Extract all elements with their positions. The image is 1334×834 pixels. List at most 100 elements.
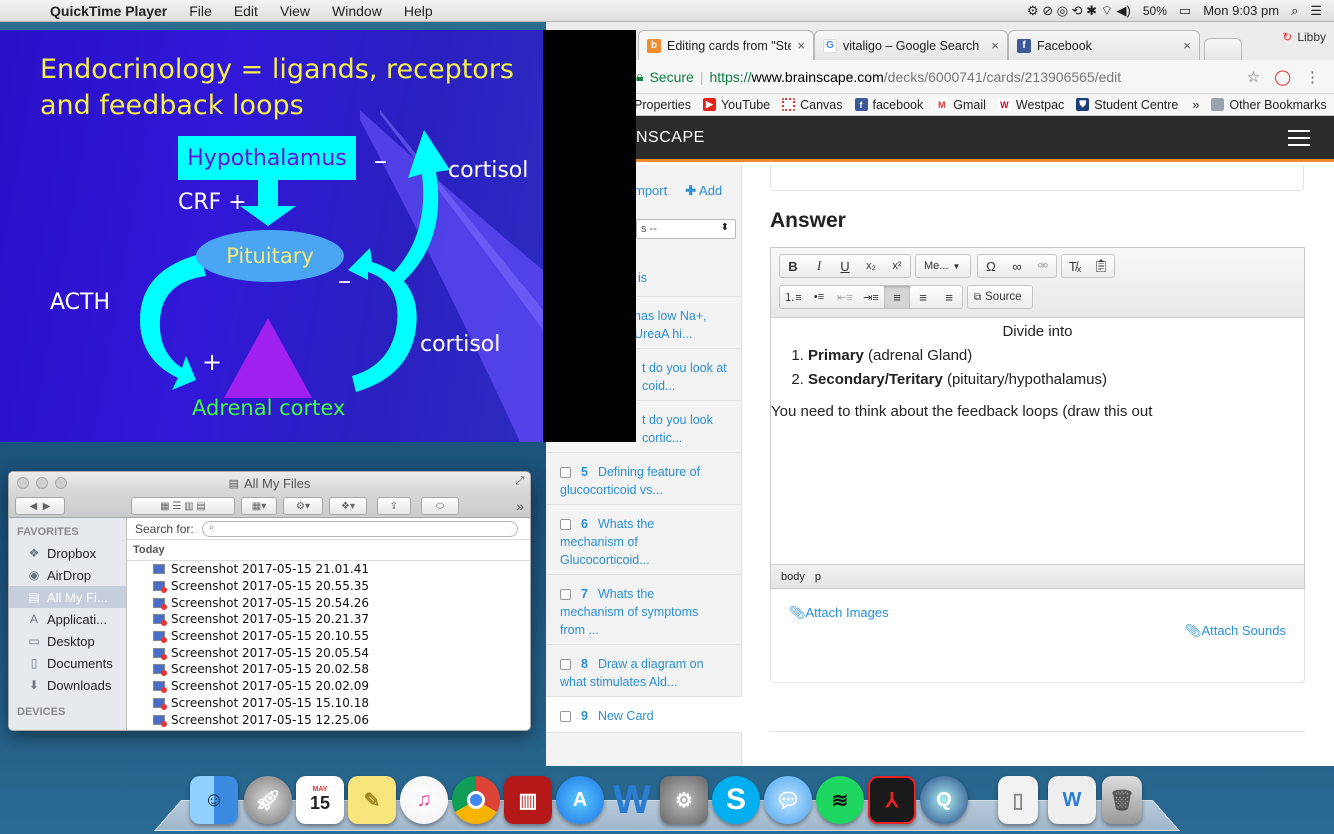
other-bookmarks[interactable]: Other Bookmarks [1211,98,1327,112]
file-row[interactable]: Screenshot 2017-05-15 20.02.09 [127,678,530,695]
bookmark-canvas[interactable]: Canvas [782,98,843,112]
attach-images-link[interactable]: 📎︎Attach Images [789,605,889,621]
subscript-button[interactable]: x₂ [858,255,884,277]
link-icon[interactable]: ∞ [1004,255,1030,277]
sidebar-item-downloads[interactable]: ⬇ Downloads [9,674,126,696]
align-right-icon[interactable]: ≡ [936,286,962,308]
calendar-icon[interactable]: MAY 15 [296,776,344,824]
path-p[interactable]: p [815,571,821,583]
file-row[interactable]: Screenshot 2017-05-15 20.02.58 [127,661,530,678]
omnibox[interactable]: 🔒︎ Secure | https://www.brainscape.com/d… [636,64,1247,90]
close-tab-icon[interactable]: × [985,38,999,53]
card-checkbox[interactable] [560,519,571,531]
card-list-item[interactable]: 6 Whats the mechanism of Glucocorticoid..… [546,505,742,575]
card-checkbox[interactable] [560,659,571,671]
chrome-menu-icon[interactable]: ⋮ [1305,68,1320,86]
sidebar-item-dropbox[interactable]: ❖ Dropbox [9,542,126,564]
star-icon[interactable]: ☆ [1247,68,1260,86]
sidebar-item-airdrop[interactable]: ◉ AirDrop [9,564,126,586]
editor-content[interactable]: Divide into Primary (adrenal Gland) Seco… [771,318,1304,426]
clock[interactable]: Mon 9:03 pm [1203,3,1279,18]
sidebar-item-all-my-files[interactable]: ▤ All My Fi... [9,586,126,608]
sidebar-item-desktop[interactable]: ▭ Desktop [9,630,126,652]
battery-percent[interactable]: 50% [1143,4,1167,18]
tab-brainscape[interactable]: b Editing cards from "Steroid × [638,30,814,60]
back-forward-buttons[interactable]: ◀ ▶ [15,497,65,515]
menu-help[interactable]: Help [404,3,433,19]
skype-icon[interactable]: S [712,776,760,824]
messages-icon[interactable]: 💬︎ [764,776,812,824]
file-row[interactable]: Screenshot 2017-05-15 15.10.18 [127,695,530,712]
battery-icon[interactable]: ▭ [1179,3,1191,19]
bookmark-facebook[interactable]: f facebook [854,98,923,112]
word-icon[interactable]: W [608,776,656,824]
paste-icon[interactable]: 📋︎ [1088,255,1114,277]
source-button[interactable]: ⧉ Source [967,285,1033,309]
finder-icon[interactable]: ☺ [190,776,238,824]
align-left-icon[interactable]: ≡ [884,286,910,308]
spotify-icon[interactable]: ≋ [816,776,864,824]
bookmark-properties[interactable]: Properties [634,98,691,112]
format-dropdown[interactable]: Me... ▼ [915,254,971,278]
close-window-button[interactable] [17,477,29,489]
bookmark-youtube[interactable]: ▶ YouTube [702,98,770,112]
toolbar-overflow-icon[interactable]: » [516,498,524,514]
card-checkbox[interactable] [560,711,571,723]
remove-format-icon[interactable]: T̸ₓ [1062,255,1088,277]
italic-button[interactable]: I [806,255,832,277]
card-list-item-active[interactable]: 9 New Card [546,697,742,733]
card-checkbox[interactable] [560,467,571,479]
bold-button[interactable]: B [780,255,806,277]
trash-icon[interactable]: 🗑︎ [1102,776,1142,824]
file-row[interactable]: Screenshot 2017-05-15 20.21.37 [127,611,530,628]
chrome-icon[interactable] [452,776,500,824]
unlink-icon[interactable]: ⚮ [1030,255,1056,277]
dropbox-button-icon[interactable]: ❖▾ [329,497,367,515]
notes-icon[interactable]: ✎ [348,776,396,824]
card-list-item[interactable]: 8 Draw a diagram on what stimulates Ald..… [546,645,742,697]
brainscape-logo[interactable]: NSCAPE [636,129,705,147]
quicktime-video-window[interactable]: Endocrinology = ligands, receptors and f… [0,30,636,442]
spotlight-icon[interactable]: ⌕ [1291,3,1298,19]
app-name-menu[interactable]: QuickTime Player [50,3,167,19]
opera-extension-icon[interactable]: ◯ [1274,68,1291,86]
sidebar-item-applications[interactable]: A Applicati... [9,608,126,630]
file-row[interactable]: Screenshot 2017-05-15 20.10.55 [127,628,530,645]
attach-sounds-link[interactable]: 📎︎Attach Sounds [1185,623,1286,639]
menu-edit[interactable]: Edit [234,3,258,19]
file-row[interactable]: Screenshot 2017-05-15 20.54.26 [127,594,530,611]
share-icon[interactable]: ⇪ [377,497,411,515]
menu-file[interactable]: File [189,3,212,19]
search-field[interactable]: ⌕ [201,520,518,537]
arrange-button[interactable]: ▦▾ [241,497,277,515]
acrobat-icon[interactable]: ⅄ [868,776,916,824]
file-row[interactable]: Screenshot 2017-05-15 12.25.06 [127,711,530,728]
card-list-item[interactable]: 7 Whats the mechanism of symptoms from ..… [546,575,742,645]
menu-view[interactable]: View [280,3,310,19]
url-text[interactable]: https://www.brainscape.com/decks/6000741… [709,69,1121,85]
new-tab-button[interactable] [1204,38,1242,60]
card-list-item[interactable]: 5 Defining feature of glucocorticoid vs..… [546,453,742,505]
launchpad-icon[interactable]: 🚀︎ [244,776,292,824]
file-row[interactable]: Screenshot 2017-05-15 20.55.35 [127,578,530,595]
indent-icon[interactable]: ⇥≡ [858,286,884,308]
path-body[interactable]: body [781,571,805,583]
file-row[interactable]: Screenshot 2017-05-15 21.01.41 [127,561,530,578]
photobooth-icon[interactable]: ▥ [504,776,552,824]
fullscreen-icon[interactable]: ⤢ [515,475,524,488]
action-gear-icon[interactable]: ⚙▾ [283,497,323,515]
document-icon[interactable]: ▯ [998,776,1038,824]
bookmark-westpac[interactable]: W Westpac [997,98,1064,112]
tags-button[interactable]: ⬭ [421,497,459,515]
notification-center-icon[interactable]: ☰ [1310,3,1322,19]
file-row[interactable]: Screenshot 2017-05-15 20.05.54 [127,644,530,661]
menu-window[interactable]: Window [332,3,382,19]
numbered-list-icon[interactable]: ⒈≡ [780,286,806,308]
special-char-icon[interactable]: Ω [978,255,1004,277]
tab-google[interactable]: G vitaligo – Google Search × [814,30,1008,60]
close-tab-icon[interactable]: × [791,38,805,53]
close-tab-icon[interactable]: × [1177,38,1191,53]
word-document-icon[interactable]: W [1048,776,1096,824]
itunes-icon[interactable]: ♫ [400,776,448,824]
card-checkbox[interactable] [560,589,571,601]
